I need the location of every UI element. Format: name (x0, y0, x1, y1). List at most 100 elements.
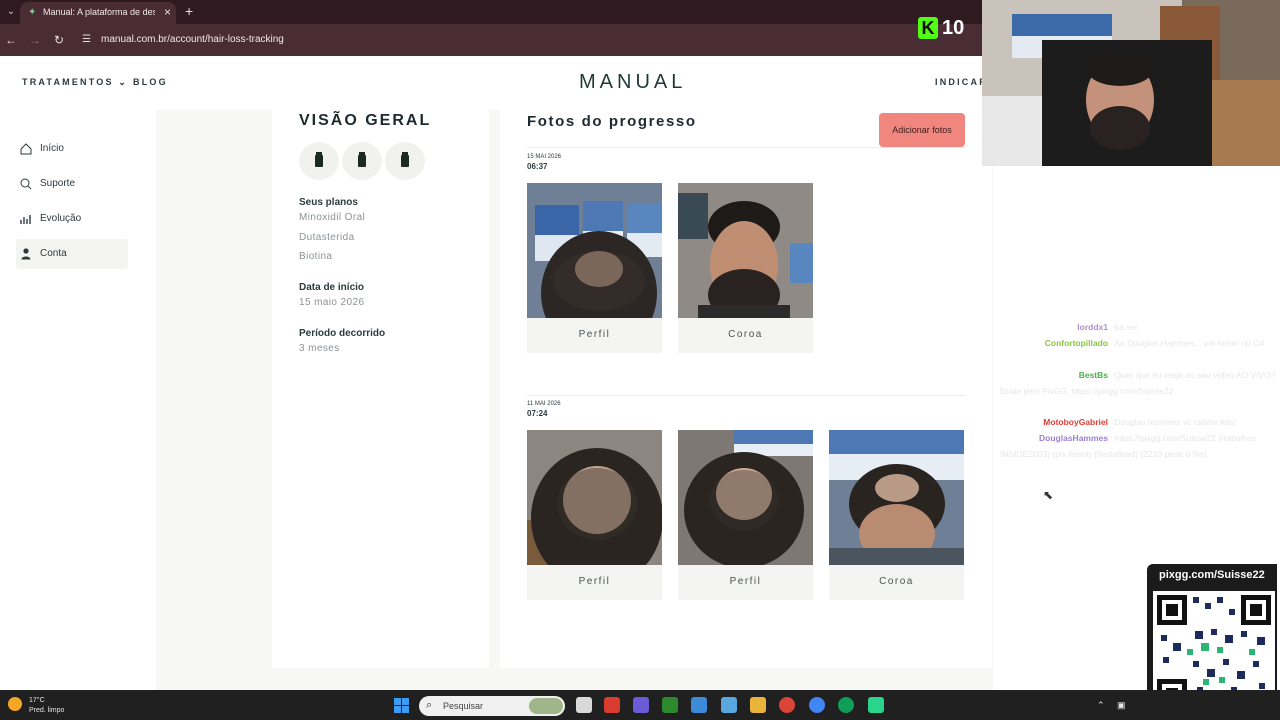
nav-indicar[interactable]: INDICAR (935, 77, 988, 87)
product-bottle-icon (299, 142, 339, 180)
youtube-icon[interactable] (604, 697, 620, 713)
nav-tratamentos[interactable]: TRATAMENTOS ⌄ (22, 77, 128, 88)
taskbar-search[interactable]: ⌕ Pesquisar (419, 696, 565, 716)
chat-message: lorddx1 ba sei (1000, 319, 1276, 335)
product-bottle-icon (385, 142, 425, 180)
chat-username: MotoboyGabriel (1043, 417, 1108, 427)
progress-photo[interactable]: Coroa (678, 183, 813, 353)
task-view-icon[interactable] (576, 697, 592, 713)
progress-photo[interactable]: Perfil (678, 430, 813, 600)
group-date: 11 MAI 2026 (527, 401, 561, 407)
sidebar: Início Suporte Evolução Conta (0, 110, 156, 690)
photo-caption: Coroa (728, 329, 763, 340)
mouse-cursor-icon: ⬉ (1043, 488, 1054, 502)
chat-username: BestBs (1078, 370, 1108, 380)
chrome-alt-icon[interactable] (838, 697, 854, 713)
favicon-icon: ✦ (28, 7, 37, 18)
progress-photo[interactable]: Perfil (527, 183, 662, 353)
webcam-overlay (982, 0, 1280, 166)
search-icon: ⌕ (426, 699, 433, 711)
chat-message: MotoboyGabriel Douglas hammes vc calvite… (1000, 414, 1276, 430)
chat-message: Confortopillado Ae Douglas Hammes... vai… (1000, 335, 1276, 351)
start-date-value: 15 maio 2026 (299, 297, 365, 308)
sidebar-item-label: Suporte (40, 178, 76, 189)
xbox-icon[interactable] (662, 697, 678, 713)
url-field[interactable]: manual.com.br/account/hair-loss-tracking (101, 34, 284, 45)
nav-tratamentos-label: TRATAMENTOS (22, 77, 114, 87)
close-tab-icon[interactable]: × (164, 5, 171, 19)
weather-icon[interactable] (8, 697, 22, 711)
kick-logo-icon: K (918, 17, 938, 39)
group-time: 07:24 (527, 409, 548, 418)
search-highlight-icon (529, 698, 563, 714)
windows-start-icon[interactable] (394, 698, 409, 713)
notepad-icon[interactable] (691, 697, 707, 713)
group-date: 15 MAI 2026 (527, 154, 562, 160)
back-icon[interactable]: ← (4, 33, 18, 47)
chrome-icon[interactable] (779, 697, 795, 713)
chrome-profile-icon[interactable] (809, 697, 825, 713)
person-icon (21, 248, 31, 260)
chat-username: lorddx1 (1077, 322, 1108, 332)
elapsed-value: 3 meses (299, 343, 340, 354)
address-bar-row: ← → ↻ ☰ manual.com.br/account/hair-loss-… (0, 24, 982, 56)
plan-item: Minoxidil Oral (299, 212, 366, 223)
divider (527, 395, 965, 396)
photo-caption: Coroa (879, 576, 914, 587)
weather-temp: 17°C (29, 697, 45, 704)
add-photos-button[interactable]: Adicionar fotos (879, 113, 965, 147)
sidebar-item-inicio[interactable]: Início (16, 134, 128, 164)
browser-tab[interactable]: ✦ Manual: A plataforma de destino × (20, 2, 176, 24)
sidebar-item-suporte[interactable]: Suporte (16, 169, 128, 199)
chat-message: DouglasHammes https://pixgg.com/Suisse22… (1000, 430, 1276, 462)
overview-title: VISÃO GERAL (299, 112, 432, 129)
progress-photo[interactable]: Coroa (829, 430, 964, 600)
tab-search-icon[interactable]: ⌄ (4, 5, 18, 19)
chat-username: Confortopillado (1044, 338, 1108, 348)
sidebar-item-label: Evolução (40, 213, 82, 224)
tray-app-icon[interactable]: ▣ (1117, 700, 1126, 711)
start-date-label: Data de início (299, 282, 365, 293)
chat-text: Ae Douglas Hammes... vai tomar no C# (1114, 338, 1265, 348)
chevron-down-icon: ⌄ (118, 77, 129, 87)
monitor-icon[interactable] (721, 697, 737, 713)
viewer-count: 10 (942, 17, 965, 39)
sidebar-item-evolucao[interactable]: Evolução (16, 204, 128, 234)
photo-caption: Perfil (729, 576, 762, 587)
group-time: 06:37 (527, 162, 548, 171)
photo-image (527, 183, 662, 318)
elapsed-label: Período decorrido (299, 328, 386, 339)
vpn-icon[interactable] (633, 697, 649, 713)
progress-photo[interactable]: Perfil (527, 430, 662, 600)
sidebar-item-label: Conta (40, 248, 67, 259)
divider (527, 147, 965, 148)
plan-item: Dutasterida (299, 232, 355, 243)
progress-title: Fotos do progresso (527, 113, 697, 130)
site-settings-icon[interactable]: ☰ (82, 34, 91, 45)
overview-card (272, 110, 489, 668)
photo-image (829, 430, 964, 565)
file-explorer-icon[interactable] (750, 697, 766, 713)
chat-text: ba sei (1114, 322, 1138, 332)
weather-condition: Pred. limpo (29, 707, 65, 714)
qr-url: pixgg.com/Suisse22 (1159, 569, 1265, 581)
new-tab-button[interactable]: + (185, 3, 193, 19)
search-icon (20, 178, 32, 190)
site-logo[interactable]: MANUAL (579, 71, 686, 94)
reload-icon[interactable]: ↻ (52, 33, 66, 47)
forward-icon[interactable]: → (28, 33, 42, 47)
photo-image (678, 183, 813, 318)
photo-caption: Perfil (578, 576, 611, 587)
site-header: TRATAMENTOS ⌄ BLOG MANUAL INDICAR (0, 56, 986, 110)
product-bottle-icon (342, 142, 382, 180)
browser-tab-bar: ⌄ ✦ Manual: A plataforma de destino × + (0, 0, 982, 24)
chat-message: BestBs Quer que eu reaja ao seu vídeo AO… (1000, 367, 1276, 399)
home-icon (20, 143, 32, 155)
photo-image (527, 430, 662, 565)
nav-blog[interactable]: BLOG (133, 77, 168, 87)
tab-title: Manual: A plataforma de destino (43, 7, 155, 17)
plan-item: Biotina (299, 251, 333, 262)
sidebar-item-conta[interactable]: Conta (16, 239, 128, 269)
tray-chevron-icon[interactable]: ⌃ (1097, 700, 1105, 711)
kick-app-icon[interactable] (868, 697, 884, 713)
